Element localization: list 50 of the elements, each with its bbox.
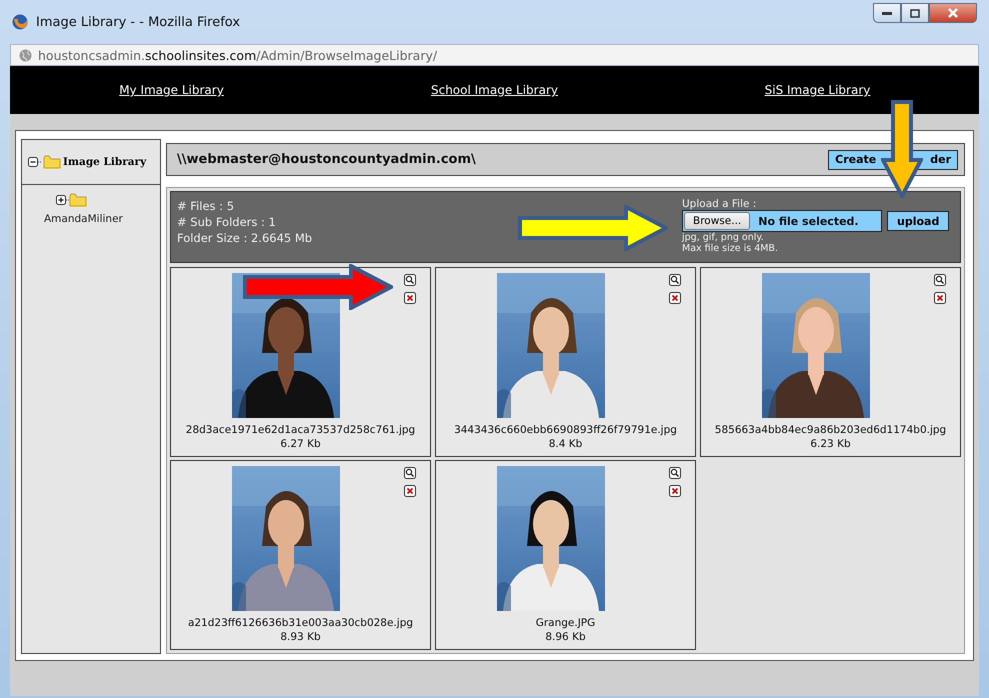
file-size: 6.23 Kb: [809, 437, 852, 451]
upload-note: Max file size is 4MB.: [682, 243, 779, 254]
zoom-icon[interactable]: [404, 274, 416, 286]
browse-button[interactable]: Browse...: [684, 212, 750, 230]
close-icon: [947, 8, 959, 18]
file-name: a21d23ff6126636b31e003aa30cb028e.jpg: [186, 616, 414, 630]
folder-stat: # Sub Folders : 1: [177, 214, 277, 230]
nav-link[interactable]: School Image Library: [430, 83, 558, 97]
file-size: 8.4 Kb: [548, 437, 584, 451]
delete-icon[interactable]: [404, 292, 416, 304]
zoom-icon[interactable]: [669, 467, 681, 479]
delete-icon[interactable]: [669, 485, 681, 497]
tree-item[interactable]: Image Library: [63, 156, 146, 168]
nav-link[interactable]: SiS Image Library: [764, 83, 870, 97]
folder-stat: Folder Size : 2.6645 Mb: [177, 230, 312, 246]
browser-logo-icon: [12, 14, 28, 30]
close-button[interactable]: [929, 3, 977, 23]
delete-icon[interactable]: [404, 485, 416, 497]
url-text: houstoncsadmin.schoolinsites.com/Admin/BrowseImageLibrary/: [38, 48, 438, 62]
zoom-icon[interactable]: [404, 467, 416, 479]
file-size: 6.27 Kb: [279, 437, 322, 451]
maximize-icon: [910, 8, 920, 18]
window-title: Image Library - - Mozilla Firefox: [36, 14, 240, 30]
delete-icon[interactable]: [934, 292, 946, 304]
folder-icon: [69, 193, 87, 207]
address-bar[interactable]: houstoncsadmin.schoolinsites.com/Admin/BrowseImageLibrary/: [10, 44, 979, 66]
upload-note: jpg, gif, png only.: [682, 232, 765, 243]
folder-path: \\webmaster@houstoncountyadmin.com\: [177, 152, 476, 167]
file-name: 28d3ace1971e62d1aca73537d258c761.jpg: [184, 423, 416, 437]
file-input[interactable]: Browse... No file selected.: [682, 210, 882, 232]
folder-stat: # Files : 5: [177, 198, 236, 214]
zoom-icon[interactable]: [934, 274, 946, 286]
upload-button[interactable]: upload: [887, 211, 950, 231]
folder-icon: [43, 155, 61, 169]
file-name: 585663a4bb84ec9a86b203ed6d1174b0.jpg: [714, 423, 948, 437]
delete-icon[interactable]: [669, 292, 681, 304]
file-name: 3443436c660ebb6690893ff26f79791e.jpg: [453, 423, 678, 437]
globe-icon: [19, 48, 32, 62]
nav-link[interactable]: My Image Library: [119, 83, 224, 97]
tree-item[interactable]: AmandaMiliner: [44, 213, 123, 225]
file-size: 8.96 Kb: [544, 630, 587, 644]
maximize-button[interactable]: [901, 3, 929, 23]
minimize-icon: [882, 11, 892, 15]
upload-label: Upload a File :: [682, 198, 758, 210]
zoom-icon[interactable]: [669, 274, 681, 286]
collapse-icon[interactable]: [28, 157, 41, 167]
minimize-button[interactable]: [873, 3, 901, 23]
file-size: 8.93 Kb: [279, 630, 322, 644]
expand-icon[interactable]: [56, 195, 69, 205]
file-name: Grange.JPG: [534, 616, 596, 630]
